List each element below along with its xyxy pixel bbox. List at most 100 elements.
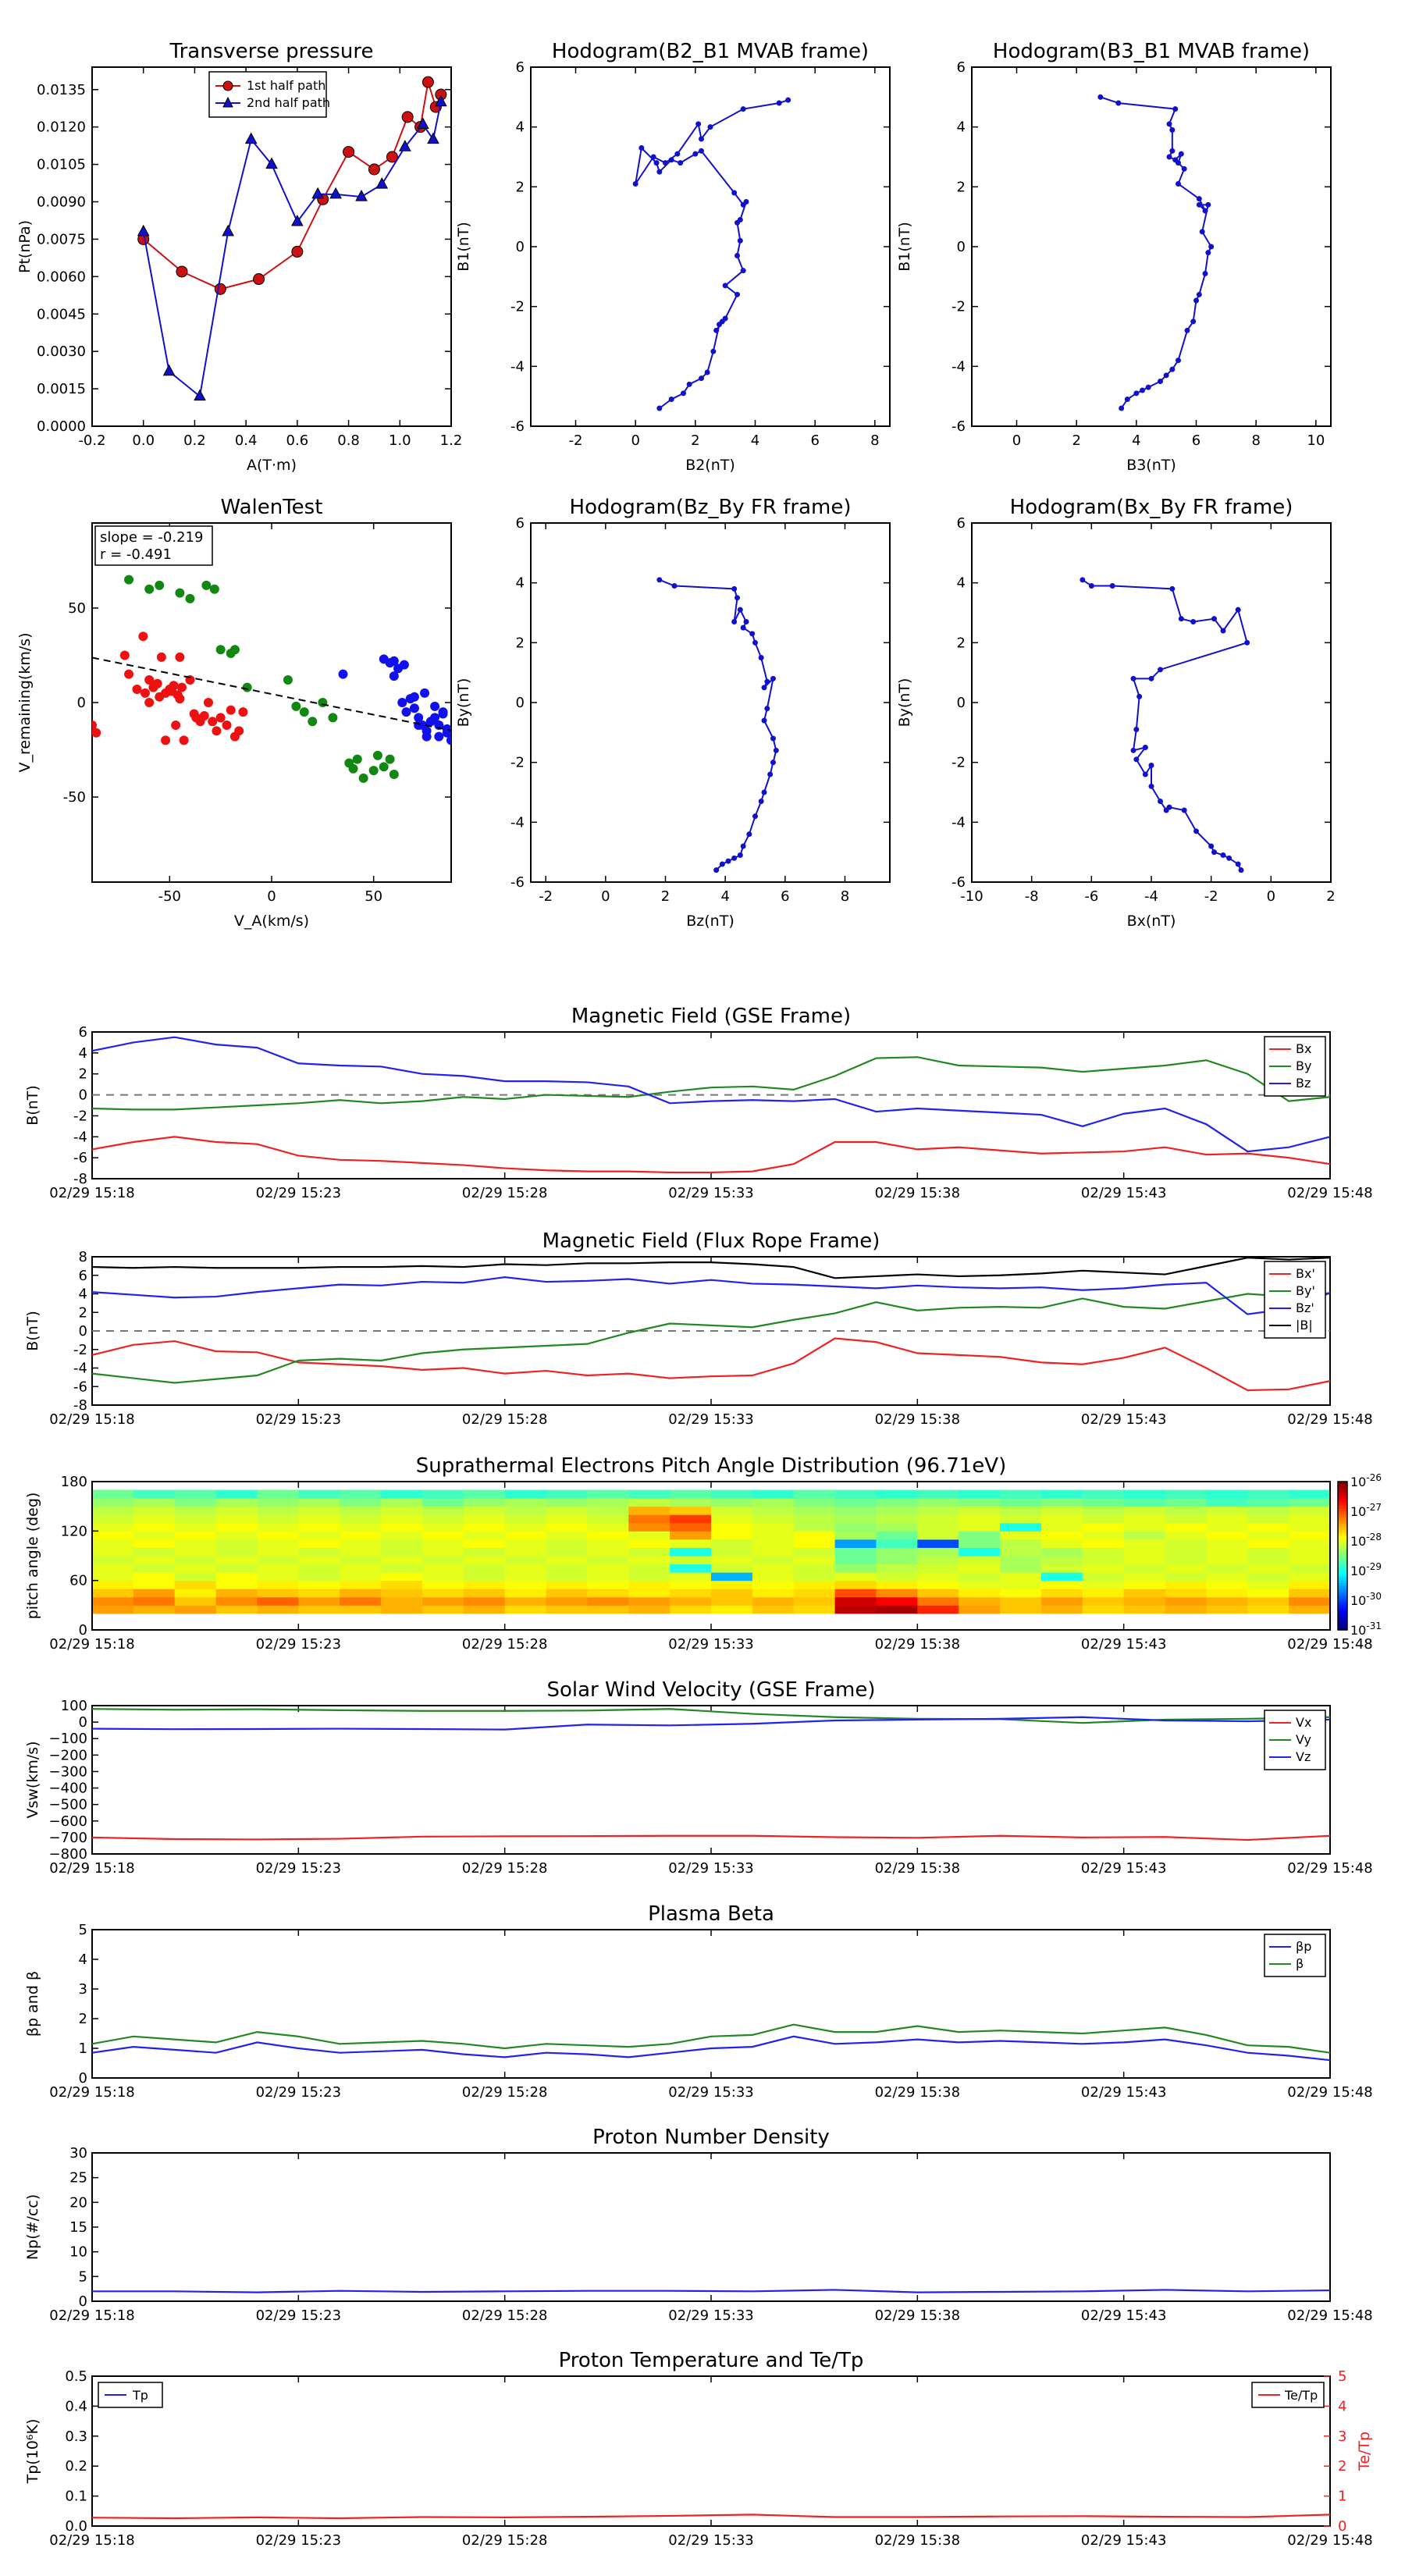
data-point [422, 76, 434, 88]
heatmap-cell [1123, 1531, 1166, 1540]
heatmap-cell [959, 1514, 1001, 1524]
data-point [222, 224, 234, 237]
heatmap-cell [876, 1506, 918, 1515]
heatmap-cell [1040, 1547, 1083, 1557]
heatmap-cell [257, 1498, 299, 1507]
heatmap-cell [504, 1580, 547, 1589]
y-tick-label: 0.0060 [37, 269, 86, 285]
heatmap-cell [959, 1589, 1001, 1598]
y-axis-label: pitch angle (deg) [24, 1493, 41, 1620]
heatmap-cell [1165, 1572, 1207, 1582]
heatmap-cell [1123, 1556, 1166, 1565]
data-point [214, 283, 226, 295]
y-tick-label: 8 [79, 1249, 87, 1265]
heatmap-cell [174, 1498, 217, 1507]
data-point [222, 720, 232, 731]
heatmap-cell [711, 1489, 753, 1499]
data-point [194, 389, 206, 401]
colorbar-tick-base: 10 [1350, 1623, 1366, 1638]
heatmap-cell [670, 1605, 712, 1614]
y-tick-label: -4 [73, 1361, 87, 1377]
heatmap-cell [422, 1556, 464, 1565]
heatmap-cell [340, 1547, 382, 1557]
heatmap-cell [711, 1556, 753, 1565]
x-axis-label: V_A(km/s) [234, 913, 309, 930]
y-tick-label: 5 [79, 2268, 87, 2285]
heatmap-cell [628, 1489, 670, 1499]
y-tick-label: 0.0030 [37, 343, 86, 360]
y-tick-label: 15 [69, 2219, 87, 2236]
heatmap-cell [215, 1514, 258, 1524]
heatmap-cell [1123, 1506, 1166, 1515]
heatmap-cell [215, 1556, 258, 1565]
series-line [91, 2035, 1331, 2062]
plot-frame [91, 1705, 1331, 1855]
heatmap-cell [257, 1596, 299, 1606]
legend-label: |B| [1296, 1318, 1313, 1332]
x-tick-label: 02/29 15:28 [462, 1860, 547, 1877]
x-tick-label: 50 [365, 888, 382, 905]
heatmap-cell [917, 1605, 959, 1614]
heatmap-cell [298, 1580, 340, 1589]
x-tick-label: 02/29 15:18 [49, 1185, 134, 1201]
x-tick-label: 8 [841, 888, 849, 905]
heatmap-cell [587, 1580, 629, 1589]
x-tick-label: -2 [539, 888, 553, 905]
heatmap-cell [834, 1572, 877, 1582]
data-point [707, 124, 713, 130]
data-point [1205, 250, 1211, 256]
heatmap-cell [504, 1547, 547, 1557]
data-point [215, 645, 226, 655]
data-point [770, 675, 776, 681]
y-tick-label: 0.0120 [37, 119, 86, 136]
data-point [735, 253, 740, 258]
y-tick-label: 0.3 [65, 2428, 87, 2445]
x-tick-label: 02/29 15:48 [1287, 2307, 1372, 2324]
y-tick-label: -6 [951, 874, 966, 891]
y-tick-label: 0.4 [65, 2398, 87, 2414]
y-tick-label: -2 [951, 299, 966, 315]
series-line [91, 1276, 1331, 1315]
data-point [1205, 201, 1211, 208]
data-point [409, 703, 419, 713]
heatmap-cell [504, 1556, 547, 1565]
heatmap-cell [381, 1564, 423, 1573]
heatmap-cell [1082, 1498, 1125, 1507]
heatmap-cell [1247, 1589, 1289, 1598]
heatmap-cell [215, 1539, 258, 1548]
heatmap-cell [340, 1580, 382, 1589]
x-tick-label: 02/29 15:23 [256, 2532, 341, 2549]
data-point [171, 720, 181, 731]
heatmap-cell [463, 1596, 506, 1606]
heatmap-cell [1123, 1547, 1166, 1557]
heatmap-cell [834, 1580, 877, 1589]
colorbar-tick-exponent: -30 [1366, 1591, 1382, 1602]
heatmap-cell [381, 1539, 423, 1548]
x-tick-label: 02/29 15:18 [49, 1860, 134, 1877]
heatmap-cell [133, 1596, 176, 1606]
y-tick-label: 0 [79, 2293, 87, 2310]
data-point [699, 148, 704, 154]
data-point [1145, 384, 1151, 390]
x-tick-label: 02/29 15:38 [875, 2084, 960, 2101]
colorbar-tick-exponent: -31 [1366, 1621, 1382, 1631]
heatmap-cell [174, 1605, 217, 1614]
heatmap-cell [1000, 1572, 1042, 1582]
heatmap-cell [298, 1506, 340, 1515]
heatmap-cell [1206, 1572, 1248, 1582]
heatmap-cell [711, 1498, 753, 1507]
y-tick-label: 0 [77, 695, 86, 711]
heatmap-cell [628, 1531, 670, 1540]
x-tick-label: 1.2 [440, 432, 463, 449]
data-point [209, 584, 219, 594]
heatmap-cell [1165, 1605, 1207, 1614]
x-tick-label: 2 [1072, 432, 1080, 449]
heatmap-cell [215, 1522, 258, 1532]
heatmap-cell [917, 1596, 959, 1606]
data-point [749, 631, 756, 637]
data-point [1193, 828, 1199, 834]
plot-frame [91, 1929, 1331, 2079]
heatmap-cell [1040, 1589, 1083, 1598]
x-tick-label: -6 [1084, 888, 1098, 905]
data-point [674, 151, 681, 157]
